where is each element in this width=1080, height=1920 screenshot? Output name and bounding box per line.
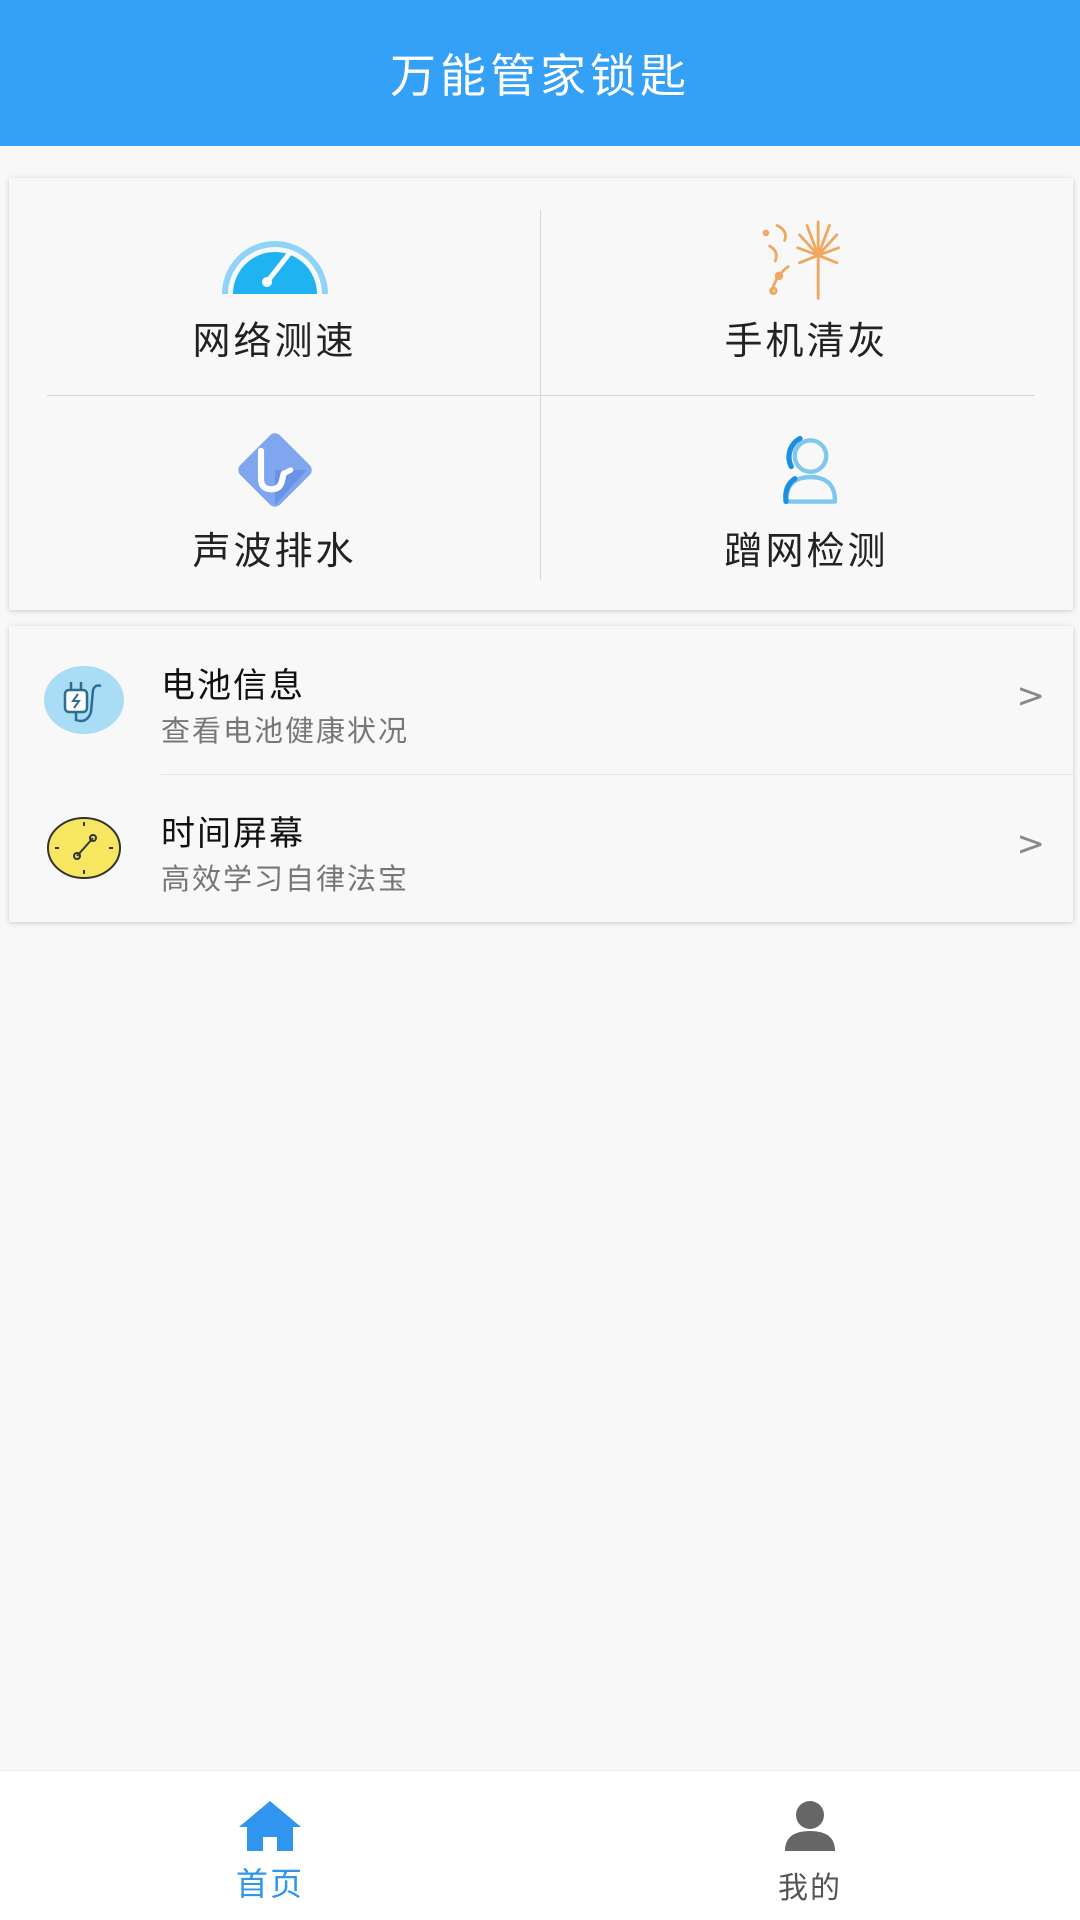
tool-label: 网络测速 — [192, 319, 357, 363]
list-item-subtitle: 高效学习自律法宝 — [161, 862, 410, 896]
home-icon — [239, 1801, 301, 1851]
list-item-title: 时间屏幕 — [161, 814, 305, 854]
app-header: 万能管家锁匙 — [0, 0, 1080, 146]
list-item-time-screen[interactable]: 时间屏幕 高效学习自律法宝 > — [9, 774, 1073, 922]
brush-icon — [762, 220, 840, 300]
profile-icon — [785, 1801, 835, 1851]
tab-label: 首页 — [235, 1865, 304, 1903]
drain-pipe-icon — [237, 433, 312, 507]
tool-label: 手机清灰 — [724, 319, 889, 363]
tab-mine[interactable]: 我的 — [540, 1771, 1080, 1920]
list-item-battery-info[interactable]: 电池信息 查看电池健康状况 > — [9, 626, 1073, 774]
feature-list: 电池信息 查看电池健康状况 > 时间屏幕 高效学习自律法宝 > — [9, 626, 1073, 922]
tools-grid: 网络测速 手机清灰 声波排水 蹭网检测 — [9, 178, 1073, 610]
clock-icon — [47, 817, 121, 879]
page-title: 万能管家锁匙 — [390, 49, 690, 103]
chevron-right-icon: > — [1016, 824, 1046, 864]
tool-phone-dust-clean[interactable]: 手机清灰 — [541, 178, 1072, 394]
tool-label: 声波排水 — [192, 529, 357, 573]
chevron-right-icon: > — [1016, 676, 1046, 716]
tool-label: 蹭网检测 — [724, 529, 889, 573]
user-icon — [782, 435, 837, 505]
tab-home[interactable]: 首页 — [0, 1771, 540, 1920]
tool-sonic-drain[interactable]: 声波排水 — [9, 396, 540, 612]
tool-network-speed[interactable]: 网络测速 — [9, 178, 540, 394]
list-item-subtitle: 查看电池健康状况 — [161, 714, 410, 748]
bottom-tab-bar: 首页 我的 — [0, 1770, 1080, 1920]
tab-label: 我的 — [778, 1871, 842, 1906]
tool-wifi-freeloader-detect[interactable]: 蹭网检测 — [541, 396, 1072, 612]
battery-plug-icon — [44, 666, 124, 734]
list-item-title: 电池信息 — [161, 666, 305, 706]
speedometer-icon — [221, 241, 328, 295]
